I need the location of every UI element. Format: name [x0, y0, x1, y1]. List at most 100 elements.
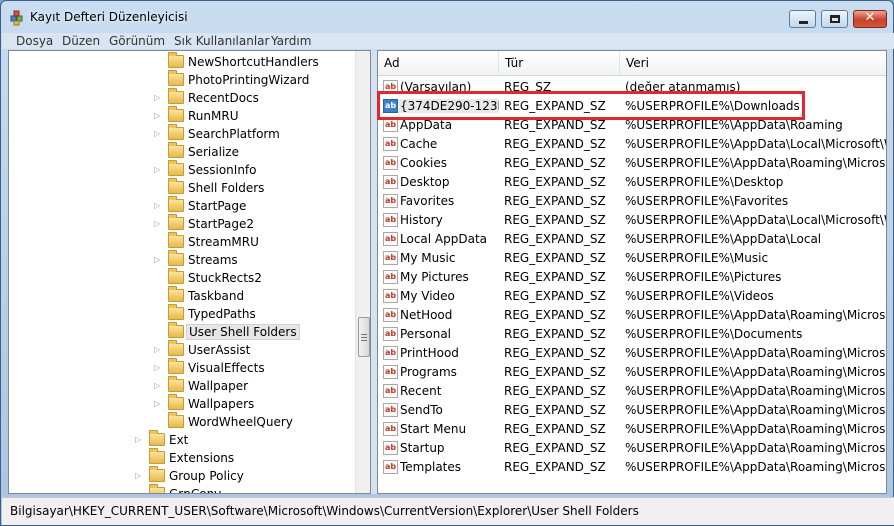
menu-favorites[interactable]: Sık Kullanılanlar: [174, 34, 269, 48]
key-tree-pane[interactable]: NewShortcutHandlers PhotoPrintingWizard ▷ R…: [8, 50, 371, 494]
column-header-name[interactable]: Ad: [378, 51, 499, 76]
tree-item[interactable]: ▷ Wallpapers: [9, 394, 354, 413]
tree-item[interactable]: PhotoPrintingWizard: [9, 70, 354, 89]
menu-edit[interactable]: Düzen: [62, 34, 100, 48]
tree-item[interactable]: StreamMRU: [9, 232, 354, 251]
tree-item[interactable]: GrpConv: [9, 484, 354, 493]
string-value-icon: ab: [383, 118, 398, 132]
tree-item[interactable]: ▷ Wallpaper: [9, 376, 354, 395]
value-name: Programs: [400, 365, 457, 379]
tree-item[interactable]: ▷ SearchPlatform: [9, 124, 354, 143]
expand-arrow-icon[interactable]: ▷: [154, 125, 163, 143]
tree-item[interactable]: ▷ UserAssist: [9, 340, 354, 359]
registry-value-row[interactable]: ab Programs REG_EXPAND_SZ %USERPROFILE%\App…: [378, 363, 886, 382]
expand-arrow-icon[interactable]: ▷: [154, 395, 163, 413]
tree-item[interactable]: ▷ StartPage2: [9, 214, 354, 233]
registry-value-row[interactable]: ab Recent REG_EXPAND_SZ %USERPROFILE%\AppDa…: [378, 382, 886, 401]
registry-value-row[interactable]: ab My Music REG_EXPAND_SZ %USERPROFILE%\Mus…: [378, 249, 886, 268]
menu-help[interactable]: Yardım: [271, 34, 311, 48]
value-type: REG_EXPAND_SZ: [504, 213, 606, 227]
tree-item[interactable]: NewShortcutHandlers: [9, 52, 354, 71]
tree-item[interactable]: ▷ SessionInfo: [9, 160, 354, 179]
folder-icon: [168, 106, 184, 122]
expand-arrow-icon[interactable]: ▷: [135, 431, 144, 449]
tree-item[interactable]: ▷ VisualEffects: [9, 358, 354, 377]
tree-item-label: RunMRU: [188, 109, 239, 123]
expand-arrow-icon[interactable]: ▷: [154, 89, 163, 107]
registry-value-row[interactable]: ab PrintHood REG_EXPAND_SZ %USERPROFILE%\Ap…: [378, 344, 886, 363]
value-data: %USERPROFILE%\AppData\Local\Microsoft\Wi…: [625, 137, 886, 151]
tree-item-label: UserAssist: [188, 343, 251, 357]
close-button[interactable]: ✕: [853, 10, 887, 28]
registry-value-row[interactable]: ab History REG_EXPAND_SZ %USERPROFILE%\AppD…: [378, 211, 886, 230]
tree-item[interactable]: ▷ Streams: [9, 250, 354, 269]
menu-view[interactable]: Görünüm: [109, 34, 165, 48]
string-value-icon: ab: [383, 327, 398, 341]
expand-arrow-icon[interactable]: ▷: [154, 377, 163, 395]
expand-arrow-icon[interactable]: ▷: [154, 161, 163, 179]
value-type: REG_EXPAND_SZ: [504, 403, 606, 417]
registry-value-row[interactable]: ab Favorites REG_EXPAND_SZ %USERPROFILE%\Fa…: [378, 192, 886, 211]
registry-value-row[interactable]: ab NetHood REG_EXPAND_SZ %USERPROFILE%\AppD…: [378, 306, 886, 325]
value-name: My Music: [400, 251, 456, 265]
tree-scrollbar[interactable]: [355, 51, 370, 493]
tree-item-label: Wallpapers: [188, 397, 255, 411]
registry-value-row[interactable]: ab Cache REG_EXPAND_SZ %USERPROFILE%\AppDat…: [378, 135, 886, 154]
minimize-button[interactable]: [789, 10, 816, 28]
tree-item-label: PhotoPrintingWizard: [188, 73, 310, 87]
tree-item[interactable]: User Shell Folders: [9, 322, 354, 341]
folder-icon: [168, 142, 184, 158]
expand-arrow-icon: [154, 305, 163, 323]
registry-value-row[interactable]: ab Local AppData REG_EXPAND_SZ %USERPROFILE…: [378, 230, 886, 249]
value-name: AppData: [400, 118, 453, 132]
folder-icon: [168, 394, 184, 410]
expand-arrow-icon: [154, 53, 163, 71]
maximize-button[interactable]: [821, 10, 848, 28]
registry-value-row[interactable]: ab SendTo REG_EXPAND_SZ %USERPROFILE%\AppDa…: [378, 401, 886, 420]
tree-item[interactable]: TypedPaths: [9, 304, 354, 323]
tree-item[interactable]: Shell Folders: [9, 178, 354, 197]
tree-item[interactable]: ▷ Group Policy: [9, 466, 354, 485]
registry-value-row[interactable]: ab My Video REG_EXPAND_SZ %USERPROFILE%\Vid…: [378, 287, 886, 306]
value-type: REG_EXPAND_SZ: [504, 441, 606, 455]
tree-item[interactable]: Taskband: [9, 286, 354, 305]
registry-value-row[interactable]: ab Personal REG_EXPAND_SZ %USERPROFILE%\Doc…: [378, 325, 886, 344]
value-name: PrintHood: [400, 346, 459, 360]
column-header-type[interactable]: Tür: [499, 51, 620, 76]
registry-value-row[interactable]: ab Desktop REG_EXPAND_SZ %USERPROFILE%\Desk…: [378, 173, 886, 192]
value-name: Startup: [400, 441, 445, 455]
tree-item[interactable]: WordWheelQuery: [9, 412, 354, 431]
expand-arrow-icon[interactable]: ▷: [154, 359, 163, 377]
registry-value-row[interactable]: ab Startup REG_EXPAND_SZ %USERPROFILE%\AppD…: [378, 439, 886, 458]
expand-arrow-icon[interactable]: ▷: [154, 251, 163, 269]
registry-value-row[interactable]: ab Cookies REG_EXPAND_SZ %USERPROFILE%\AppD…: [378, 154, 886, 173]
tree-item[interactable]: Extensions: [9, 448, 354, 467]
value-data: %USERPROFILE%\AppData\Roaming\Microsoft\…: [625, 365, 886, 379]
tree-item[interactable]: ▷ RunMRU: [9, 106, 354, 125]
menu-file[interactable]: Dosya: [16, 34, 53, 48]
expand-arrow-icon[interactable]: ▷: [154, 197, 163, 215]
tree-item[interactable]: ▷ Ext: [9, 430, 354, 449]
value-type: REG_EXPAND_SZ: [504, 422, 606, 436]
expand-arrow-icon[interactable]: ▷: [135, 467, 144, 485]
registry-value-row[interactable]: ab Start Menu REG_EXPAND_SZ %USERPROFILE%\A…: [378, 420, 886, 439]
registry-value-row[interactable]: ab Templates REG_EXPAND_SZ %USERPROFILE%\Ap…: [378, 458, 886, 477]
column-header-data[interactable]: Veri: [620, 51, 886, 76]
tree-item-label: StreamMRU: [188, 235, 259, 249]
value-type: REG_EXPAND_SZ: [504, 384, 606, 398]
expand-arrow-icon[interactable]: ▷: [154, 107, 163, 125]
tree-item[interactable]: ▷ RecentDocs: [9, 88, 354, 107]
registry-value-row[interactable]: ab My Pictures REG_EXPAND_SZ %USERPROFILE%\…: [378, 268, 886, 287]
value-name: SendTo: [400, 403, 443, 417]
title-bar[interactable]: Kayıt Defteri Düzenleyicisi ✕: [1, 1, 893, 33]
tree-item[interactable]: Serialize: [9, 142, 354, 161]
tree-item-label: WordWheelQuery: [188, 415, 293, 429]
registry-editor-icon: [10, 10, 23, 26]
tree-item-label: Taskband: [188, 289, 245, 303]
tree-scroll-thumb[interactable]: [358, 317, 370, 357]
expand-arrow-icon[interactable]: ▷: [154, 341, 163, 359]
expand-arrow-icon[interactable]: ▷: [154, 215, 163, 233]
expand-arrow-icon: [135, 485, 144, 493]
tree-item[interactable]: StuckRects2: [9, 268, 354, 287]
tree-item[interactable]: ▷ StartPage: [9, 196, 354, 215]
